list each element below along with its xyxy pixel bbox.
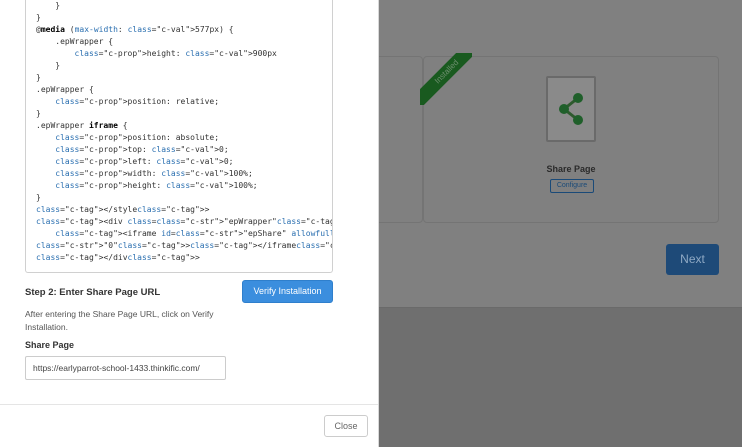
code-line: } — [36, 13, 41, 22]
code-line: class="c-prop">height: class="c-val">100… — [55, 181, 258, 190]
code-line: class="c-prop">left: class="c-val">0; — [55, 157, 234, 166]
next-button[interactable]: Next — [666, 244, 719, 275]
code-line: class="c-str">"0"class="c-tag">>class="c… — [36, 241, 332, 250]
code-line: } — [36, 109, 41, 118]
installed-ribbon: Installed — [420, 53, 472, 105]
configure-button[interactable]: Configure — [550, 179, 594, 193]
modal-footer-divider — [0, 404, 378, 405]
code-line: } — [36, 61, 61, 70]
code-line: class="c-tag"></styleclass="c-tag">> — [36, 205, 210, 214]
code-line: class="c-tag"><iframe id=class="c-str">"… — [55, 229, 332, 238]
code-line: @media (max-width: class="c-val">577px) … — [36, 25, 234, 34]
code-line: } — [36, 73, 41, 82]
install-modal: }} @media (max-width: class="c-val">577px… — [0, 0, 379, 447]
code-line: .epWrapper { — [36, 37, 114, 46]
code-line: class="c-prop">top: class="c-val">0; — [55, 145, 229, 154]
step-2-title: Step 2: Enter Share Page URL — [25, 287, 161, 298]
code-line: class="c-prop">height: class="c-val">900… — [74, 49, 277, 58]
share-page-url-input[interactable] — [25, 356, 226, 380]
close-button[interactable]: Close — [324, 415, 368, 437]
code-line: } — [36, 193, 41, 202]
step-2-description: After entering the Share Page URL, click… — [25, 309, 214, 332]
code-line: class="c-tag"></divclass="c-tag">> — [36, 253, 200, 262]
code-line: class="c-prop">position: absolute; — [55, 133, 220, 142]
share-page-document-icon — [546, 76, 596, 142]
verify-installation-button[interactable]: Verify Installation — [242, 280, 333, 303]
code-line: .epWrapper iframe { — [36, 121, 128, 130]
code-line: .epWrapper { — [36, 85, 94, 94]
share-page-card-title: Share Page — [546, 164, 596, 174]
code-line: class="c-prop">position: relative; — [55, 97, 220, 106]
share-icon — [559, 93, 583, 125]
code-line: class="c-tag"><div class=class="c-str">"… — [36, 217, 332, 226]
code-line: } — [36, 1, 61, 10]
embed-code-block[interactable]: }} @media (max-width: class="c-val">577px… — [25, 0, 333, 273]
code-line: class="c-prop">width: class="c-val">100%… — [55, 169, 253, 178]
share-page-label: Share Page — [25, 340, 75, 350]
installed-ribbon-label: Installed — [420, 53, 472, 105]
